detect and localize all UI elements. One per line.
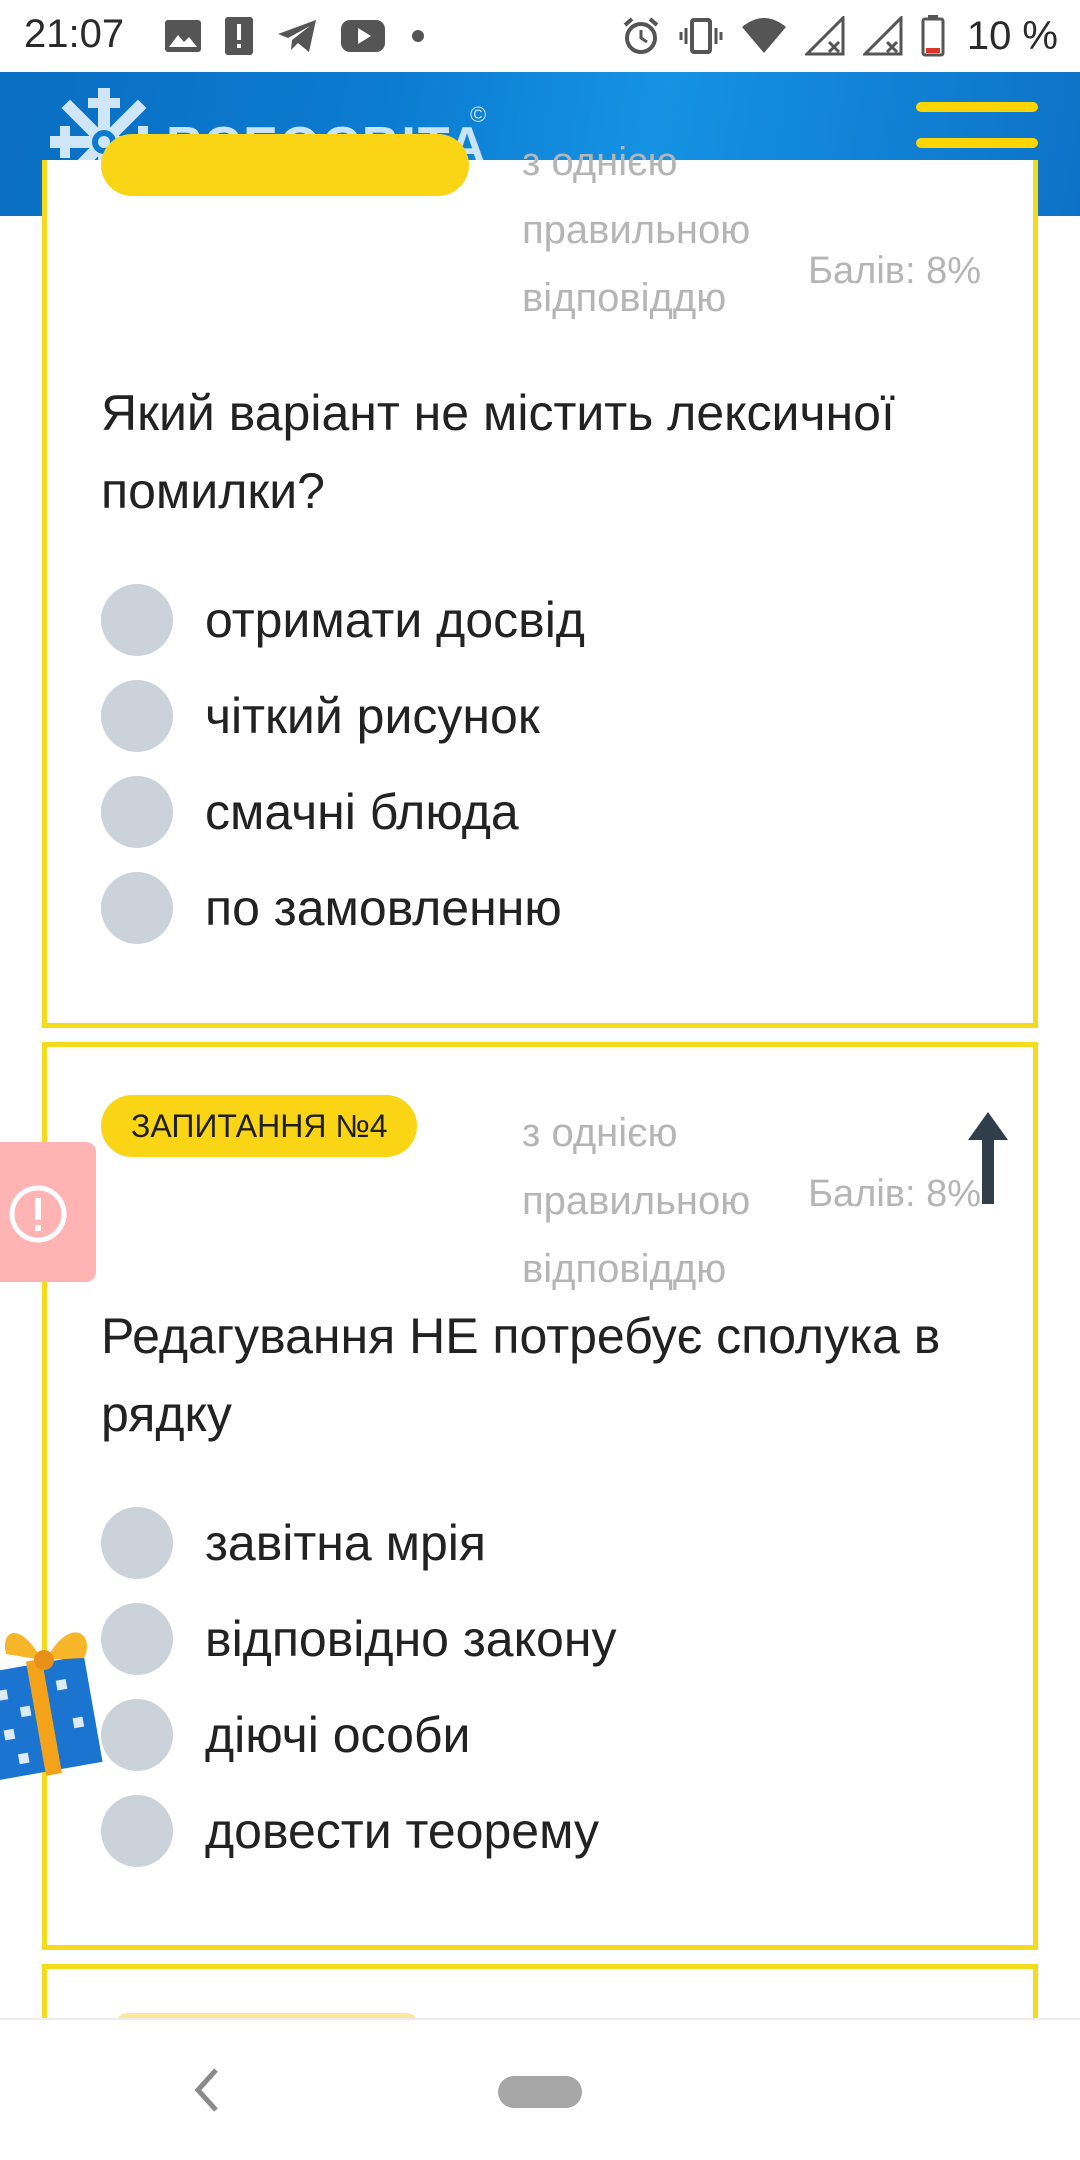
question-score: Балів: 8% (808, 250, 981, 292)
answer-label[interactable]: по замовленню (205, 879, 562, 937)
question-type: з однією правильною відповіддю (101, 1099, 750, 1303)
radio-button[interactable] (101, 1699, 173, 1771)
radio-button[interactable] (101, 680, 173, 752)
answer-label[interactable]: смачні блюда (205, 783, 519, 841)
answer-label[interactable]: чіткий рисунок (205, 687, 540, 745)
radio-button[interactable] (101, 776, 173, 848)
answer-option[interactable]: по замовленню (101, 860, 585, 956)
youtube-icon (341, 20, 385, 52)
copyright-mark: © (470, 102, 487, 127)
answer-list: завітна мрія відповідно закону діючі осо… (101, 1495, 616, 1879)
answer-option[interactable]: діючі особи (101, 1687, 616, 1783)
question-card: з однією правильною відповіддю Балів: 8%… (42, 134, 1038, 1028)
radio-button[interactable] (101, 1507, 173, 1579)
gift-icon[interactable] (0, 1600, 108, 1790)
question-type: з однією правильною відповіддю (101, 128, 750, 332)
back-chevron-icon[interactable] (190, 2064, 226, 2116)
answer-label[interactable]: діючі особи (205, 1706, 470, 1764)
answer-option[interactable]: смачні блюда (101, 764, 585, 860)
question-text: Редагування НЕ потребує сполука в рядку (101, 1308, 941, 1442)
status-bar: 21:07 10 % (0, 0, 1080, 72)
answer-option[interactable]: відповідно закону (101, 1591, 616, 1687)
system-icons: 10 % (621, 14, 1058, 58)
radio-button[interactable] (101, 872, 173, 944)
radio-button[interactable] (101, 1795, 173, 1867)
alert-icon (225, 17, 253, 55)
image-icon (165, 20, 201, 52)
answer-option[interactable]: чіткий рисунок (101, 668, 585, 764)
radio-button[interactable] (101, 584, 173, 656)
arrow-up-icon[interactable] (966, 1110, 1010, 1206)
vibrate-icon (679, 18, 723, 54)
answer-option[interactable]: довести теорему (101, 1783, 616, 1879)
answer-option[interactable]: отримати досвід (101, 572, 585, 668)
telegram-icon (278, 20, 316, 52)
question-type-text: з однією правильною відповіддю (522, 1111, 751, 1291)
answer-label[interactable]: отримати досвід (205, 591, 585, 649)
wifi-icon (741, 18, 786, 53)
question-score: Балів: 8% (808, 1173, 981, 1215)
question-text: Який варіант не містить лексичної помилк… (101, 385, 895, 519)
home-pill-icon[interactable] (498, 2076, 582, 2108)
question-card: ЗАПИТАННЯ №4 з однією правильною відпові… (42, 1042, 1038, 1950)
answer-label[interactable]: довести теорему (205, 1802, 599, 1860)
dot-icon (412, 30, 424, 42)
report-error-tab[interactable] (0, 1142, 96, 1282)
battery-icon (921, 15, 945, 57)
alarm-icon (623, 17, 659, 54)
signal-icon (862, 16, 903, 56)
signal-icon (804, 16, 845, 56)
system-nav-bar (0, 2018, 1080, 2160)
exclamation-circle-icon (9, 1185, 67, 1243)
status-time: 21:07 (24, 12, 125, 56)
battery-percentage: 10 % (966, 13, 1058, 58)
answer-label[interactable]: відповідно закону (205, 1610, 616, 1668)
question-type-text: з однією правильною відповіддю (522, 140, 751, 320)
radio-button[interactable] (101, 1603, 173, 1675)
answer-label[interactable]: завітна мрія (205, 1514, 486, 1572)
notification-icons (164, 14, 428, 58)
answer-option[interactable]: завітна мрія (101, 1495, 616, 1591)
answer-list: отримати досвід чіткий рисунок смачні бл… (101, 572, 585, 956)
